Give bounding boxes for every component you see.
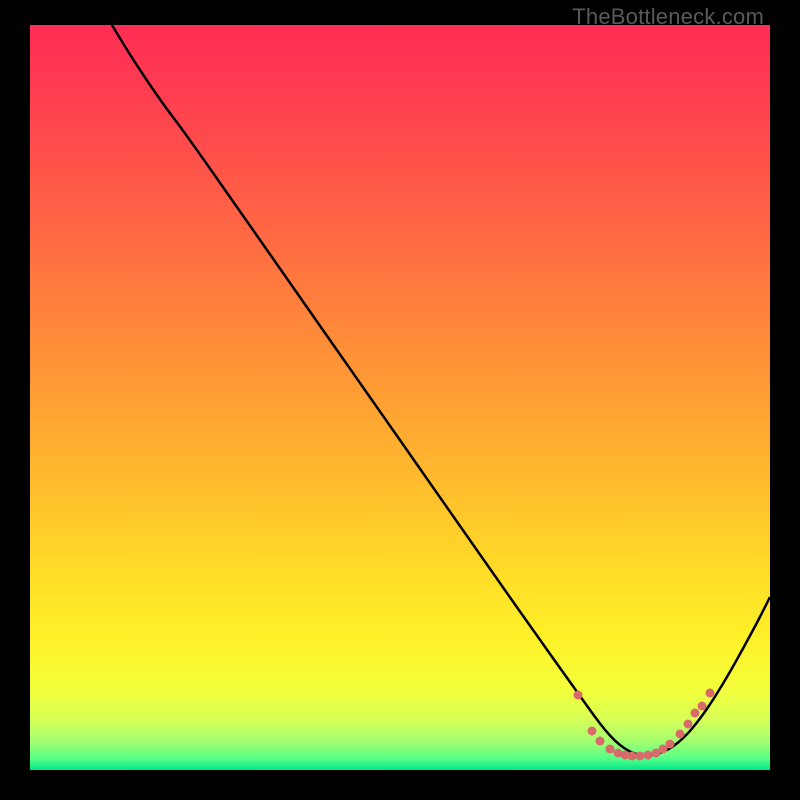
chart-plot-area bbox=[30, 25, 770, 770]
gradient-background bbox=[30, 25, 770, 770]
highlight-dot bbox=[691, 709, 700, 718]
highlight-dot bbox=[606, 745, 615, 754]
highlight-dot bbox=[636, 752, 645, 761]
highlight-dot bbox=[684, 720, 693, 729]
chart-svg bbox=[30, 25, 770, 770]
highlight-dot bbox=[628, 752, 637, 761]
highlight-dot bbox=[676, 730, 685, 739]
highlight-dot bbox=[706, 689, 715, 698]
highlight-dot bbox=[596, 737, 605, 746]
highlight-dot bbox=[644, 751, 653, 760]
highlight-dot bbox=[666, 740, 675, 749]
highlight-dot bbox=[574, 691, 583, 700]
highlight-dot bbox=[588, 727, 597, 736]
highlight-dot bbox=[698, 702, 707, 711]
watermark-text: TheBottleneck.com bbox=[572, 4, 764, 30]
